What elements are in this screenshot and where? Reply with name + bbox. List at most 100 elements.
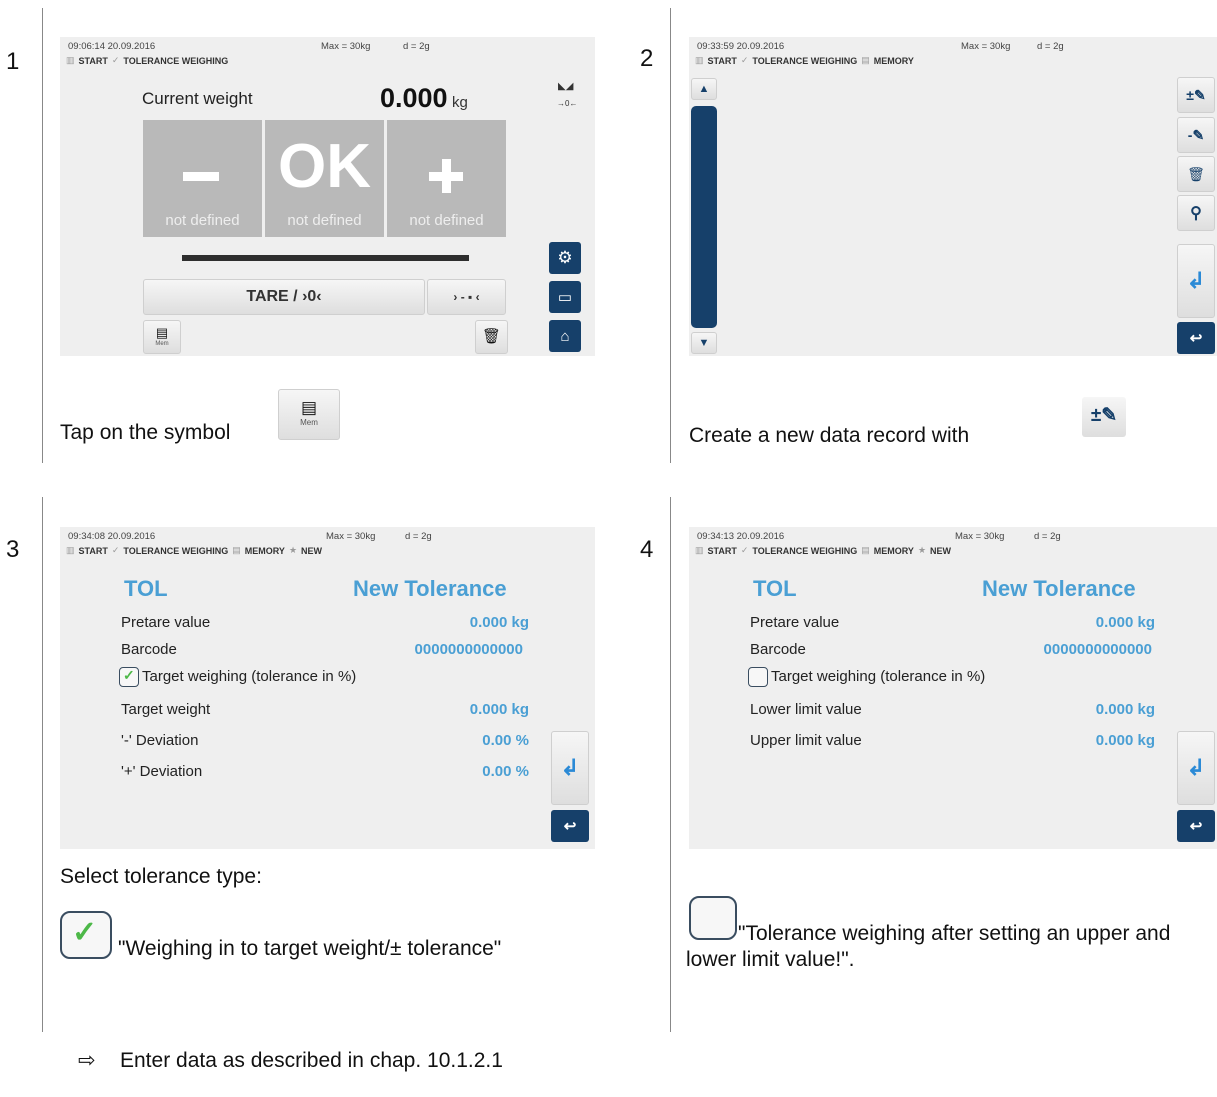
delete-button[interactable]: 🗑 [475, 320, 508, 354]
lower-limit-label: Lower limit value [750, 701, 862, 718]
breadcrumb: ▥ START ✓ TOLERANCE WEIGHING ▤ MEMORY [695, 55, 914, 66]
weight-unit: kg [452, 94, 468, 111]
minus-tolerance-button[interactable]: not defined [143, 120, 262, 237]
caption-step-4-option: "Tolerance weighing after setting an upp… [686, 922, 1171, 972]
settings-button[interactable]: ⚙ [549, 242, 581, 274]
enter-arrow-icon: ↲ [1186, 268, 1206, 293]
back-button[interactable]: ↩ [1177, 322, 1215, 354]
step-number-4: 4 [640, 536, 654, 563]
breadcrumb-new[interactable]: NEW [301, 546, 322, 556]
readability: d = 2g [403, 41, 430, 52]
datetime: 09:34:08 20.09.2016 [68, 531, 156, 542]
max-capacity: Max = 30kg [955, 531, 1005, 542]
plus-vertical [442, 159, 451, 193]
record-title-right: New Tolerance [353, 576, 507, 601]
datetime: 09:33:59 20.09.2016 [697, 41, 785, 52]
print-button[interactable]: ▭ [549, 281, 581, 313]
print-icon: ▭ [557, 289, 573, 306]
back-button[interactable]: ↩ [1177, 810, 1215, 842]
caption-step-3-option: "Weighing in to target weight/± toleranc… [118, 937, 502, 960]
caption-step-1: Tap on the symbol [60, 420, 230, 446]
breadcrumb-tolerance[interactable]: TOLERANCE WEIGHING [123, 546, 228, 556]
breadcrumb-memory[interactable]: MEMORY [245, 546, 285, 556]
return-icon: ↩ [1189, 330, 1203, 347]
scrollbar-track[interactable] [691, 106, 717, 328]
target-weighing-checkbox-row[interactable]: ✓ Target weighing (tolerance in %) [119, 667, 356, 687]
step-number-2: 2 [640, 45, 654, 72]
breadcrumb: ▥ START ✓ TOLERANCE WEIGHING [66, 55, 228, 66]
breadcrumb-tolerance[interactable]: TOLERANCE WEIGHING [752, 546, 857, 556]
checkbox-unchecked[interactable] [748, 667, 768, 687]
zero-indicator: →0← [557, 99, 578, 108]
delete-record-button[interactable]: 🗑 [1177, 156, 1215, 192]
status-bar: 09:34:08 20.09.2016 Max = 30kg d = 2g [68, 531, 432, 542]
breadcrumb-tolerance[interactable]: TOLERANCE WEIGHING [752, 56, 857, 66]
minus-symbol [183, 172, 219, 181]
star-icon: ★ [917, 545, 927, 555]
minus-deviation-value[interactable]: 0.00 % [482, 732, 529, 749]
breadcrumb-tolerance[interactable]: TOLERANCE WEIGHING [123, 56, 228, 66]
barcode-value[interactable]: 0000000000000 [415, 641, 523, 658]
lower-limit-value[interactable]: 0.000 kg [1096, 701, 1155, 718]
home-icon: ▥ [695, 545, 704, 555]
readability: d = 2g [405, 531, 432, 542]
zero-button[interactable]: › - ▪ ‹ [427, 279, 506, 315]
zero-label: › - ▪ ‹ [453, 290, 480, 304]
ok-tolerance-button[interactable]: OK not defined [265, 120, 384, 237]
edit-record-button[interactable]: -✎ [1177, 117, 1215, 153]
plus-deviation-label: '+' Deviation [121, 763, 203, 780]
house-icon: ⌂ [560, 327, 570, 345]
readability: d = 2g [1037, 41, 1064, 52]
new-record-button[interactable]: ±✎ [1177, 77, 1215, 113]
mem-label: Mem [300, 418, 318, 427]
plus-deviation-value[interactable]: 0.00 % [482, 763, 529, 780]
mem-button[interactable]: ▤ Mem [143, 320, 181, 354]
breadcrumb-start[interactable]: START [708, 56, 737, 66]
breadcrumb-new[interactable]: NEW [930, 546, 951, 556]
pretare-value[interactable]: 0.000 kg [470, 614, 529, 631]
screen-step-1: 09:06:14 20.09.2016 Max = 30kg d = 2g ▥ … [60, 37, 595, 356]
breadcrumb-start[interactable]: START [79, 56, 108, 66]
scroll-up-button[interactable]: ▲ [691, 78, 717, 100]
arrow-icon: ⇨ [78, 1049, 96, 1072]
screen-step-4: 09:34:13 20.09.2016 Max = 30kg d = 2g ▥ … [689, 527, 1217, 849]
screen-step-3: 09:34:08 20.09.2016 Max = 30kg d = 2g ▥ … [60, 527, 595, 849]
edit-icon: -✎ [1187, 126, 1205, 143]
checkbox-checked[interactable]: ✓ [119, 667, 139, 687]
ok-symbol: OK [278, 132, 371, 201]
step-number-1: 1 [6, 48, 20, 75]
breadcrumb-memory[interactable]: MEMORY [874, 56, 914, 66]
plus-tolerance-button[interactable]: not defined [387, 120, 506, 237]
enter-button[interactable]: ↲ [1177, 731, 1215, 805]
back-button[interactable]: ↩ [551, 810, 589, 842]
home-icon: ▥ [66, 55, 75, 65]
target-weighing-checkbox-row[interactable]: Target weighing (tolerance in %) [748, 667, 985, 687]
enter-button[interactable]: ↲ [1177, 244, 1215, 318]
breadcrumb-start[interactable]: START [79, 546, 108, 556]
step-number-3: 3 [6, 536, 20, 563]
level-icon: ◣◢ [558, 81, 574, 92]
trash-icon: 🗑 [481, 328, 502, 345]
memory-icon: ▤ [861, 55, 870, 65]
barcode-value[interactable]: 0000000000000 [1044, 641, 1152, 658]
new-record-icon-illustration: ±✎ [1082, 397, 1126, 437]
tare-button[interactable]: TARE / ›0‹ [143, 279, 425, 315]
memory-icon: ▤ [232, 545, 241, 555]
caption-text-1: Tap on the symbol [60, 421, 231, 444]
readability: d = 2g [1034, 531, 1061, 542]
search-button[interactable]: ⚲ [1177, 195, 1215, 231]
breadcrumb-start[interactable]: START [708, 546, 737, 556]
home-button[interactable]: ⌂ [549, 320, 581, 352]
status-bar: 09:06:14 20.09.2016 Max = 30kg d = 2g [68, 41, 430, 52]
gear-icon: ⚙ [557, 248, 573, 267]
max-capacity: Max = 30kg [326, 531, 376, 542]
plus-label: not defined [409, 212, 484, 229]
record-title-right: New Tolerance [982, 576, 1136, 601]
barcode-label: Barcode [121, 641, 177, 658]
upper-limit-value[interactable]: 0.000 kg [1096, 732, 1155, 749]
scroll-down-button[interactable]: ▼ [691, 332, 717, 354]
pretare-value[interactable]: 0.000 kg [1096, 614, 1155, 631]
enter-button[interactable]: ↲ [551, 731, 589, 805]
target-weight-value[interactable]: 0.000 kg [470, 701, 529, 718]
breadcrumb-memory[interactable]: MEMORY [874, 546, 914, 556]
